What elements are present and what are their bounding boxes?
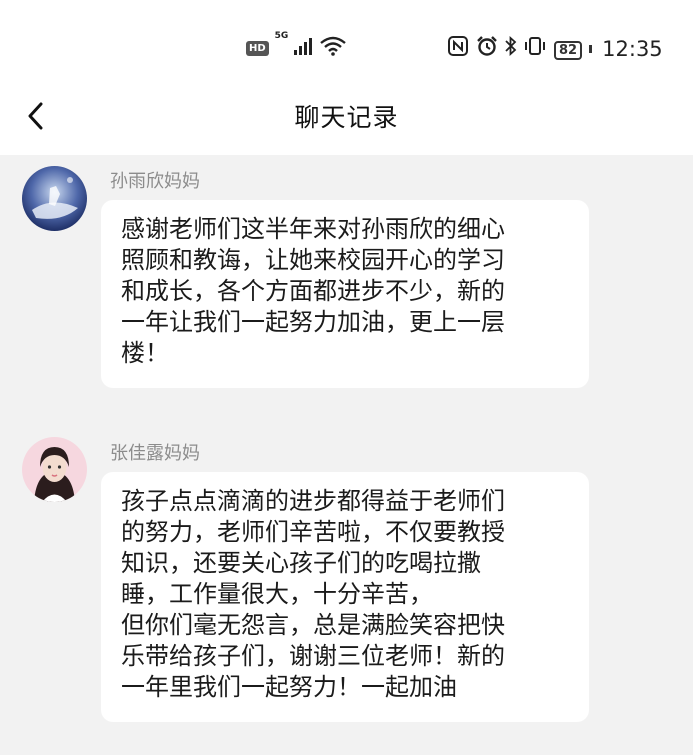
- hd-icon: HD: [246, 41, 269, 56]
- status-bar: HD 5G 82 12:35: [0, 28, 693, 68]
- signal-icon: 5G: [275, 31, 315, 60]
- page-title: 聊天记录: [294, 103, 399, 132]
- bluetooth-icon: [504, 35, 518, 61]
- avatar[interactable]: [22, 166, 87, 231]
- battery-icon: 82: [554, 37, 593, 60]
- status-left-icons: HD 5G: [246, 31, 347, 61]
- sender-name: 张佳露妈妈: [110, 443, 200, 464]
- sender-name: 孙雨欣妈妈: [110, 171, 200, 192]
- avatar[interactable]: [22, 437, 87, 502]
- navigation-bar: 聊天记录: [0, 80, 693, 152]
- message-bubble[interactable]: 感谢老师们这半年来对孙雨欣的细心 照顾和教诲，让她来校园开心的学习 和成长，各个…: [101, 200, 589, 388]
- wifi-icon: [320, 36, 347, 61]
- network-label: 5G: [274, 31, 289, 41]
- message-bubble[interactable]: 孩子点点滴滴的进步都得益于老师们 的努力，老师们辛苦啦，不仅要教授 知识，还要关…: [101, 472, 589, 722]
- status-right-icons: 82 12:35: [448, 35, 663, 61]
- vibrate-icon: [524, 36, 546, 61]
- alarm-icon: [476, 36, 498, 61]
- nfc-icon: [448, 36, 468, 61]
- top-bar: HD 5G 82 12:35 聊天记录: [0, 0, 693, 155]
- battery-level: 82: [554, 41, 583, 60]
- clock: 12:35: [602, 36, 663, 61]
